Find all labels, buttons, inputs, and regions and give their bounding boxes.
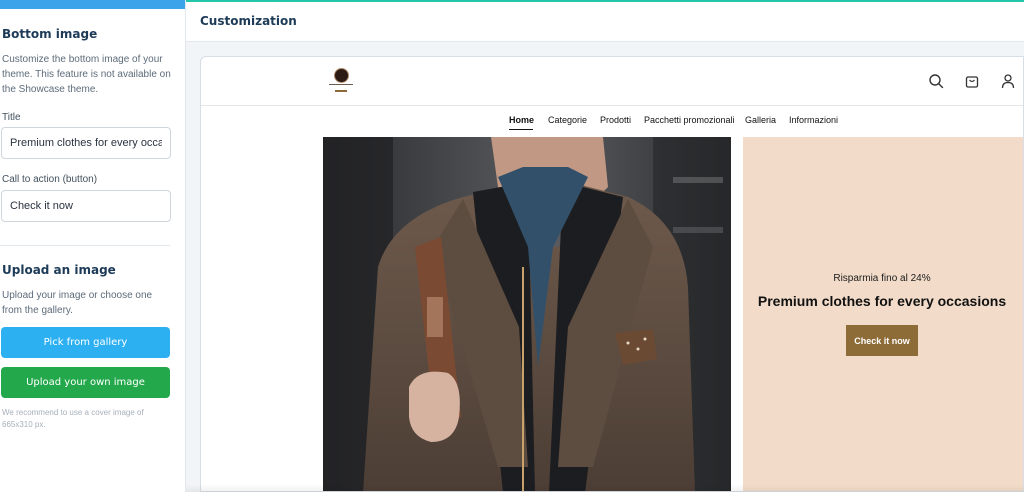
promo-subtitle: Risparmia fino al 24% — [833, 273, 931, 284]
pick-from-gallery-button[interactable]: Pick from gallery — [1, 327, 170, 358]
nav-item-home[interactable]: Home — [509, 115, 534, 125]
main-header: Customization — [186, 2, 1024, 42]
logo-mark — [334, 68, 349, 83]
cover-image-recommendation: We recommend to use a cover image of 665… — [2, 408, 144, 429]
upload-image-heading: Upload an image — [2, 263, 116, 277]
shopping-bag-icon[interactable] — [964, 73, 980, 89]
cta-input[interactable] — [1, 190, 171, 222]
title-input[interactable] — [1, 127, 171, 159]
search-icon[interactable] — [928, 73, 944, 89]
nav-item-galleria[interactable]: Galleria — [745, 115, 776, 125]
nav-active-underline — [509, 129, 533, 130]
bottom-image-description: Customize the bottom image of your theme… — [2, 54, 171, 95]
bottom-image-heading: Bottom image — [2, 27, 98, 41]
store-preview: Home Categorie Prodotti Pacchetti promoz… — [200, 56, 1024, 492]
preview-header — [201, 57, 1023, 106]
sidebar: Bottom image Customize the bottom image … — [0, 0, 186, 492]
preview-nav: Home Categorie Prodotti Pacchetti promoz… — [201, 115, 1023, 131]
upload-own-image-button[interactable]: Upload your own image — [1, 367, 170, 398]
promo-panel: Risparmia fino al 24% Premium clothes fo… — [743, 137, 1023, 491]
hero-photo — [323, 137, 731, 491]
sidebar-top-bar — [0, 0, 185, 9]
page-title: Customization — [200, 14, 297, 28]
nav-item-pacchetti[interactable]: Pacchetti promozionali — [644, 115, 735, 125]
nav-item-categorie[interactable]: Categorie — [548, 115, 587, 125]
cta-label: Call to action (button) — [2, 174, 98, 185]
nav-item-prodotti[interactable]: Prodotti — [600, 115, 631, 125]
promo-cta-button[interactable]: Check it now — [846, 325, 918, 356]
upload-image-description: Upload your image or choose one from the… — [2, 290, 153, 316]
sidebar-divider — [0, 245, 170, 246]
title-label: Title — [2, 112, 21, 123]
logo-script — [329, 84, 353, 89]
nav-item-informazioni[interactable]: Informazioni — [789, 115, 838, 125]
promo-title: Premium clothes for every occasions — [757, 293, 1007, 309]
hero-photo-illustration — [323, 137, 731, 491]
store-logo[interactable] — [329, 68, 353, 94]
bottom-shadow — [186, 484, 1024, 492]
logo-underline — [335, 90, 347, 92]
user-icon[interactable] — [1000, 73, 1016, 89]
